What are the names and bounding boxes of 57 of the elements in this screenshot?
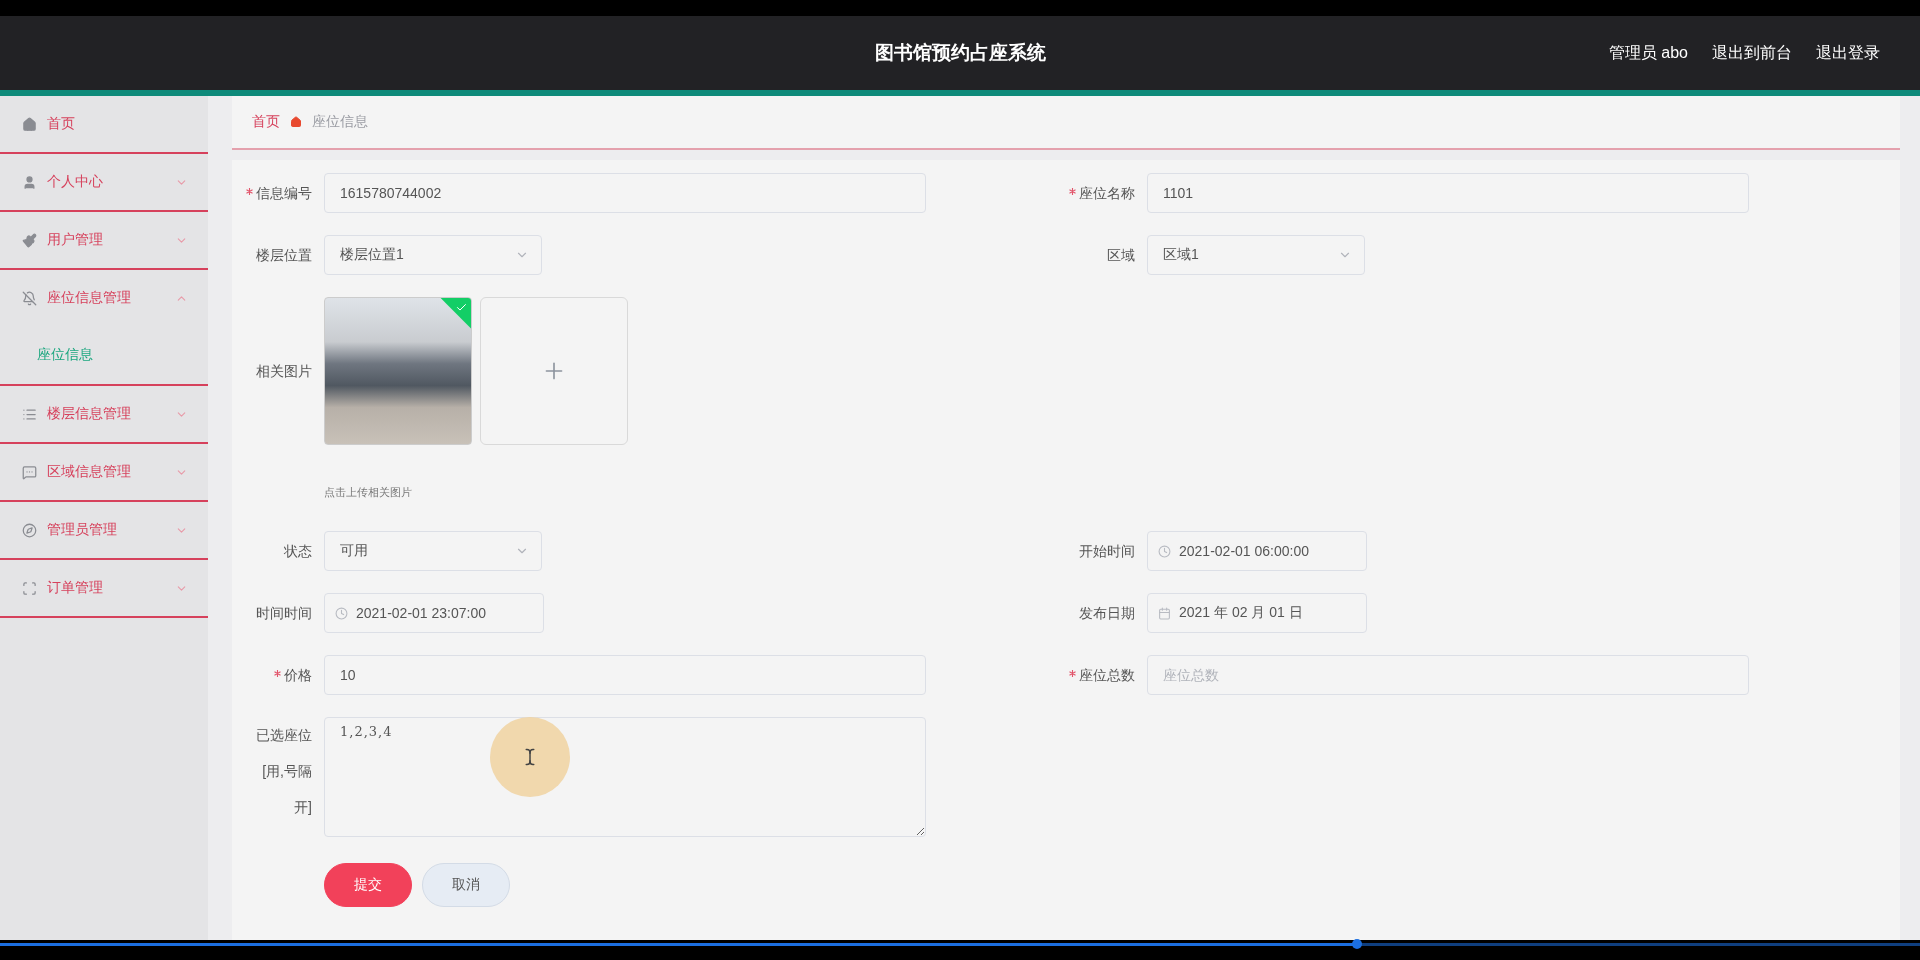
field-label: 座位总数 xyxy=(1055,655,1135,695)
select-field[interactable]: 楼层位置1 xyxy=(324,235,542,275)
field-label: 时间时间 xyxy=(255,604,312,623)
text-input[interactable]: 1615780744002 xyxy=(324,173,926,213)
menu-item[interactable]: 用户管理 xyxy=(0,212,208,268)
upload-button[interactable] xyxy=(480,297,628,445)
date-picker-field[interactable]: 2021 年 02 月 01 日 xyxy=(1147,593,1367,633)
menu-item[interactable]: 首页 xyxy=(0,96,208,154)
header-link[interactable]: 退出到前台 xyxy=(1712,42,1792,64)
brush-icon xyxy=(22,232,37,248)
textarea-field[interactable]: 1,2,3,4 xyxy=(324,717,926,837)
required-mark-icon xyxy=(1069,188,1076,195)
scan-frame-icon xyxy=(22,580,37,596)
breadcrumb-link[interactable]: 首页 xyxy=(252,113,280,131)
bell-off-icon xyxy=(22,290,37,306)
menu-item[interactable]: 管理员管理 xyxy=(0,502,208,558)
list-icon xyxy=(22,406,37,422)
field-label: 发布日期 xyxy=(1078,604,1135,623)
submit-button[interactable]: 提交 xyxy=(324,863,412,907)
field-label: 开始时间 xyxy=(1078,542,1135,561)
chat-icon xyxy=(22,464,37,480)
menu-item[interactable]: 区域信息管理 xyxy=(0,444,208,500)
field-label: 价格 xyxy=(232,655,312,695)
cancel-button[interactable]: 取消 xyxy=(422,863,510,907)
select-field[interactable]: 区域1 xyxy=(1147,235,1365,275)
select-field[interactable]: 可用 xyxy=(324,531,542,571)
menu-item[interactable]: 个人中心 xyxy=(0,154,208,210)
text-input[interactable]: 1101 xyxy=(1147,173,1749,213)
app-title: 图书馆预约占座系统 xyxy=(874,42,1046,63)
required-mark-icon xyxy=(1069,670,1076,677)
field-label: 座位名称 xyxy=(1055,173,1135,213)
header-link[interactable]: 退出登录 xyxy=(1816,42,1880,64)
field-label: 楼层位置 xyxy=(255,246,312,265)
clock-icon xyxy=(1158,544,1171,558)
menu-item[interactable]: 订单管理 xyxy=(0,560,208,616)
progress-thumb[interactable] xyxy=(1352,939,1363,949)
calendar-icon xyxy=(1158,606,1171,620)
field-label: 状态 xyxy=(283,542,312,561)
upload-hint: 点击上传相关图片 xyxy=(324,485,413,500)
menu-item[interactable]: 座位信息管理 xyxy=(0,270,208,326)
text-input[interactable]: 10 xyxy=(324,655,926,695)
field-label: 信息编号 xyxy=(232,173,312,213)
compass-icon xyxy=(22,522,37,538)
required-mark-icon xyxy=(246,188,253,195)
date-picker-field[interactable]: 2021-02-01 23:07:00 xyxy=(324,593,544,633)
menu-item[interactable]: 楼层信息管理 xyxy=(0,386,208,442)
user-icon xyxy=(22,174,37,190)
field-label: 相关图片 xyxy=(255,362,312,381)
user-name: 管理员 abo xyxy=(1608,42,1688,63)
field-label: 区域 xyxy=(1106,246,1135,265)
required-mark-icon xyxy=(274,670,281,677)
field-label: 已选座位[用,号隔开] xyxy=(255,726,312,817)
clock-icon xyxy=(335,606,348,620)
home-icon xyxy=(290,116,302,128)
text-input[interactable]: 座位总数 xyxy=(1147,655,1749,695)
home-icon xyxy=(22,116,37,132)
date-picker-field[interactable]: 2021-02-01 06:00:00 xyxy=(1147,531,1367,571)
